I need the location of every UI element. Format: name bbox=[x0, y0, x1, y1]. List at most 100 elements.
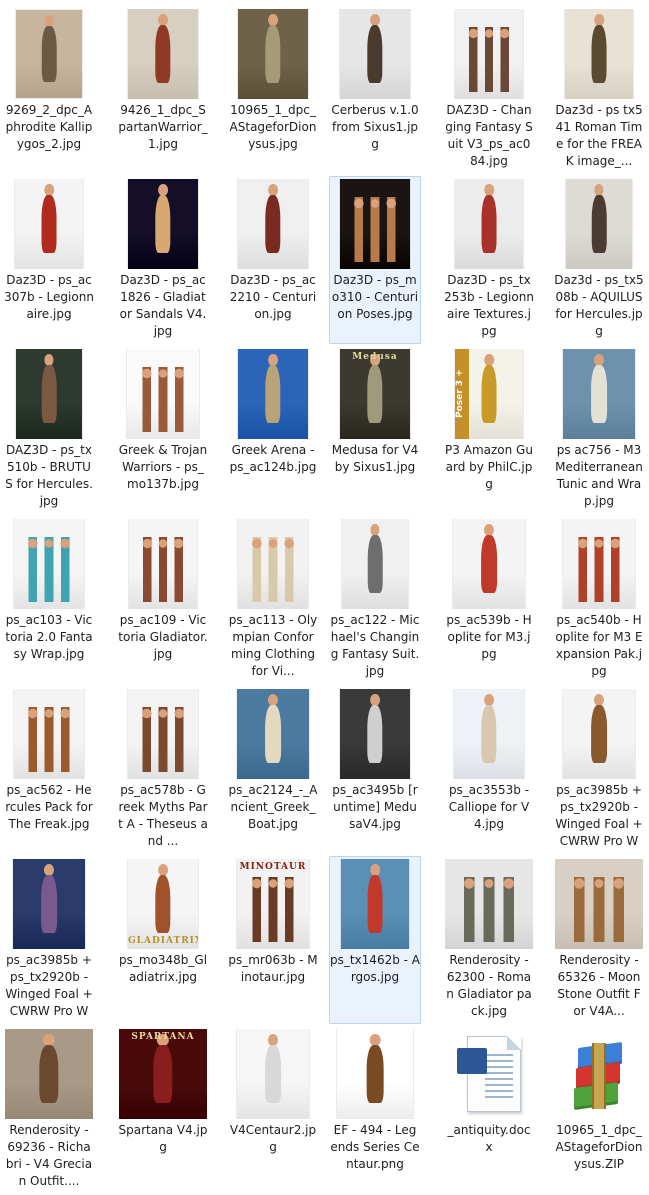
file-item[interactable]: ps_ac539b - Hoplite for M3.jpg bbox=[443, 516, 535, 684]
file-item[interactable]: Renderosity - 62300 - Roman Gladiator pa… bbox=[443, 856, 535, 1024]
file-item[interactable]: ps_tx1462b - Argos.jpg bbox=[329, 856, 421, 1024]
image-thumbnail[interactable] bbox=[5, 1029, 93, 1119]
image-thumbnail[interactable] bbox=[5, 519, 93, 609]
file-grid: 9269_2_dpc_Aphrodite Kallipygos_2.jpg 942… bbox=[0, 0, 649, 1195]
image-thumbnail[interactable] bbox=[119, 179, 207, 269]
file-item[interactable]: Daz3D - ps_ac307b - Legionnaire.jpg bbox=[3, 176, 95, 344]
image-thumbnail[interactable] bbox=[445, 689, 533, 779]
image-thumbnail[interactable]: Poser 3 + bbox=[445, 349, 533, 439]
image-thumbnail[interactable] bbox=[229, 1029, 317, 1119]
image-thumbnail[interactable] bbox=[331, 179, 419, 269]
image-thumbnail[interactable] bbox=[229, 179, 317, 269]
image-thumbnail[interactable] bbox=[119, 9, 207, 99]
file-item[interactable]: _antiquity.docx bbox=[443, 1026, 535, 1194]
file-item[interactable]: 10965_1_dpc_AStageforDionysus.ZIP bbox=[553, 1026, 645, 1194]
file-item[interactable]: Medusa Medusa for V4 by Sixus1.jpg bbox=[329, 346, 421, 514]
file-item[interactable]: EF - 494 - Legends Series Centaur.png bbox=[329, 1026, 421, 1194]
image-thumbnail[interactable] bbox=[331, 9, 419, 99]
file-item[interactable]: Daz3d - ps_tx508b - AQUILUS for Hercules… bbox=[553, 176, 645, 344]
image-thumbnail[interactable] bbox=[331, 519, 419, 609]
file-item[interactable]: DAZ3D - Changing Fantasy Suit V3_ps_ac08… bbox=[443, 6, 535, 174]
word-document-icon[interactable] bbox=[445, 1029, 533, 1119]
image-thumbnail[interactable] bbox=[5, 179, 93, 269]
thumbnail-image: Medusa bbox=[340, 349, 410, 439]
file-item[interactable]: ps_ac3553b - Calliope for V4.jpg bbox=[443, 686, 535, 854]
file-item[interactable]: ps_ac540b - Hoplite for M3 Expansion Pak… bbox=[553, 516, 645, 684]
file-item[interactable]: 9426_1_dpc_SpartanWarrior_1.jpg bbox=[117, 6, 209, 174]
file-item[interactable]: Greek & Trojan Warriors - ps_mo137b.jpg bbox=[117, 346, 209, 514]
image-thumbnail[interactable] bbox=[555, 689, 643, 779]
image-thumbnail[interactable] bbox=[555, 9, 643, 99]
file-item[interactable]: Daz3d - ps tx541 Roman Time for the FREA… bbox=[553, 6, 645, 174]
image-thumbnail[interactable] bbox=[5, 349, 93, 439]
file-item[interactable]: SPARTANA Spartana V4.jpg bbox=[117, 1026, 209, 1194]
image-thumbnail[interactable]: GLADIATRIX bbox=[119, 859, 207, 949]
file-item[interactable]: Daz3D - ps_mo310 - Centurion Poses.jpg bbox=[329, 176, 421, 344]
file-item[interactable]: ps_ac122 - Michael's Changing Fantasy Su… bbox=[329, 516, 421, 684]
file-name-label: ps_ac113 - Olympian Conforming Clothing … bbox=[228, 613, 318, 678]
file-name-label: V4Centaur2.jpg bbox=[229, 1123, 317, 1154]
image-thumbnail[interactable] bbox=[5, 859, 93, 949]
image-thumbnail[interactable] bbox=[229, 519, 317, 609]
image-thumbnail[interactable] bbox=[331, 1029, 419, 1119]
file-item[interactable]: ps_ac2124_-_Ancient_Greek_Boat.jpg bbox=[227, 686, 319, 854]
file-name-label: Daz3D - ps_tx253b - Legionnaire Textures… bbox=[444, 273, 534, 338]
image-thumbnail[interactable] bbox=[5, 9, 93, 99]
winrar-archive-icon[interactable] bbox=[555, 1029, 643, 1119]
thumbnail-image bbox=[565, 9, 633, 99]
file-item[interactable]: Greek Arena - ps_ac124b.jpg bbox=[227, 346, 319, 514]
image-thumbnail[interactable] bbox=[445, 519, 533, 609]
file-item[interactable]: ps_ac103 - Victoria 2.0 Fantasy Wrap.jpg bbox=[3, 516, 95, 684]
file-item[interactable]: MINOTAUR ps_mr063b - Minotaur.jpg bbox=[227, 856, 319, 1024]
file-item[interactable]: 9269_2_dpc_Aphrodite Kallipygos_2.jpg bbox=[3, 6, 95, 174]
file-item[interactable]: ps_ac578b - Greek Myths Part A - Theseus… bbox=[117, 686, 209, 854]
image-thumbnail[interactable]: Medusa bbox=[331, 349, 419, 439]
file-item[interactable]: ps ac756 - M3 Mediterranean Tunic and Wr… bbox=[553, 346, 645, 514]
file-item[interactable]: Poser 3 + P3 Amazon Guard by PhilC.jpg bbox=[443, 346, 535, 514]
thumbnail-image bbox=[337, 1029, 413, 1119]
file-item[interactable]: Daz3D - ps_ac2210 - Centurion.jpg bbox=[227, 176, 319, 344]
thumbnail-image bbox=[566, 179, 632, 269]
image-thumbnail[interactable] bbox=[445, 179, 533, 269]
file-item[interactable]: Daz3D - ps_ac1826 - Gladiator Sandals V4… bbox=[117, 176, 209, 344]
file-item[interactable]: V4Centaur2.jpg bbox=[227, 1026, 319, 1194]
file-item[interactable]: Renderosity - 65326 - MoonStone Outfit F… bbox=[553, 856, 645, 1024]
file-item[interactable]: ps_ac562 - Hercules Pack for The Freak.j… bbox=[3, 686, 95, 854]
file-item[interactable]: Daz3D - ps_tx253b - Legionnaire Textures… bbox=[443, 176, 535, 344]
file-item[interactable]: Cerberus v.1.0 from Sixus1.jpg bbox=[329, 6, 421, 174]
image-thumbnail[interactable] bbox=[555, 519, 643, 609]
file-item[interactable]: ps_ac3985b + ps_tx2920b - Winged Foal + … bbox=[3, 856, 95, 1024]
file-name-label: Daz3D - ps_ac307b - Legionnaire.jpg bbox=[4, 273, 94, 321]
image-thumbnail[interactable] bbox=[5, 689, 93, 779]
image-thumbnail[interactable] bbox=[555, 349, 643, 439]
image-thumbnail[interactable] bbox=[119, 689, 207, 779]
file-item[interactable]: Renderosity - 69236 - Richabri - V4 Grec… bbox=[3, 1026, 95, 1194]
file-name-label: ps_ac3985b + ps_tx2920b - Winged Foal + … bbox=[555, 783, 643, 848]
file-item[interactable]: GLADIATRIX ps_mo348b_Gladiatrix.jpg bbox=[117, 856, 209, 1024]
file-item[interactable]: ps_ac113 - Olympian Conforming Clothing … bbox=[227, 516, 319, 684]
file-item[interactable]: 10965_1_dpc_AStageforDionysus.jpg bbox=[227, 6, 319, 174]
image-thumbnail[interactable] bbox=[555, 859, 643, 949]
thumbnail-image bbox=[5, 1029, 93, 1119]
thumbnail-image bbox=[455, 179, 523, 269]
image-thumbnail[interactable] bbox=[555, 179, 643, 269]
thumbnail-image bbox=[453, 519, 525, 609]
image-thumbnail[interactable] bbox=[331, 859, 419, 949]
image-thumbnail[interactable] bbox=[331, 689, 419, 779]
file-item[interactable]: ps_ac3495b [runtime] MedusaV4.jpg bbox=[329, 686, 421, 854]
image-thumbnail[interactable] bbox=[229, 9, 317, 99]
thumbnail-image bbox=[14, 689, 84, 779]
image-thumbnail[interactable] bbox=[229, 349, 317, 439]
image-thumbnail[interactable] bbox=[119, 519, 207, 609]
thumbnail-image bbox=[563, 519, 635, 609]
image-thumbnail[interactable] bbox=[119, 349, 207, 439]
image-thumbnail[interactable] bbox=[229, 689, 317, 779]
thumbnail-image bbox=[127, 349, 199, 439]
file-item[interactable]: DAZ3D - ps_tx510b - BRUTUS for Hercules.… bbox=[3, 346, 95, 514]
image-thumbnail[interactable] bbox=[445, 9, 533, 99]
file-item[interactable]: ps_ac109 - Victoria Gladiator.jpg bbox=[117, 516, 209, 684]
image-thumbnail[interactable]: MINOTAUR bbox=[229, 859, 317, 949]
file-item[interactable]: ps_ac3985b + ps_tx2920b - Winged Foal + … bbox=[553, 686, 645, 854]
image-thumbnail[interactable] bbox=[445, 859, 533, 949]
image-thumbnail[interactable]: SPARTANA bbox=[119, 1029, 207, 1119]
